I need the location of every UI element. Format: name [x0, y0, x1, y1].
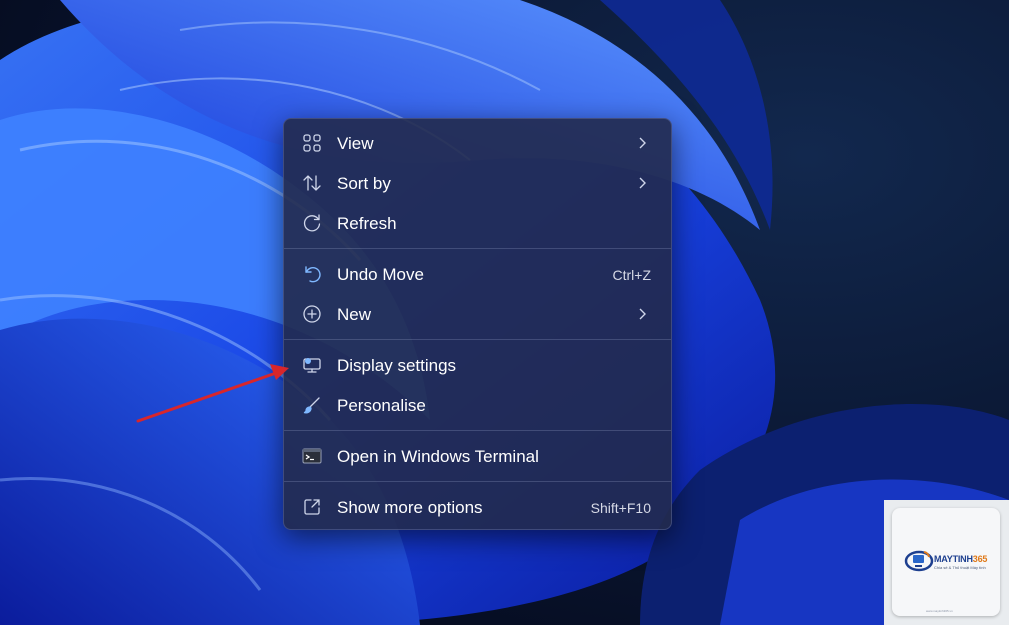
menu-item-undo-move[interactable]: Undo Move Ctrl+Z: [288, 254, 667, 294]
menu-item-label: Show more options: [337, 498, 483, 517]
menu-separator: [284, 430, 671, 431]
menu-item-shortcut: Ctrl+Z: [612, 267, 652, 283]
refresh-icon: [302, 213, 322, 233]
menu-item-label: Display settings: [337, 356, 457, 375]
menu-separator: [284, 339, 671, 340]
desktop-context-menu: View Sort by Refresh Undo Move Ctrl+Z Ne…: [283, 118, 672, 530]
menu-item-open-terminal[interactable]: Open in Windows Terminal: [288, 436, 667, 476]
sort-icon: [302, 173, 322, 193]
chevron-right-icon: [639, 308, 646, 320]
brand-logo-icon: [904, 550, 934, 572]
show-more-icon: [302, 497, 322, 517]
menu-item-label: Refresh: [337, 214, 397, 233]
menu-item-display-settings[interactable]: Display settings: [288, 345, 667, 385]
menu-item-new[interactable]: New: [288, 294, 667, 334]
menu-item-sort-by[interactable]: Sort by: [288, 163, 667, 203]
menu-item-view[interactable]: View: [288, 123, 667, 163]
display-settings-icon: [302, 355, 322, 375]
menu-item-label: Open in Windows Terminal: [337, 447, 539, 466]
brush-icon: [302, 395, 322, 415]
menu-separator: [284, 248, 671, 249]
new-plus-icon: [302, 304, 322, 324]
watermark: MAYTINH365 Chia sẻ & Thủ thuật Máy tính …: [884, 500, 1009, 625]
watermark-card: MAYTINH365 Chia sẻ & Thủ thuật Máy tính …: [892, 508, 1000, 616]
menu-item-label: Personalise: [337, 396, 426, 415]
menu-item-label: New: [337, 305, 372, 324]
brand-name: MAYTINH365: [934, 554, 988, 564]
menu-item-label: Sort by: [337, 174, 391, 193]
chevron-right-icon: [639, 137, 646, 149]
view-grid-icon: [302, 133, 322, 153]
menu-separator: [284, 481, 671, 482]
menu-item-label: View: [337, 134, 374, 153]
brand-tagline: Chia sẻ & Thủ thuật Máy tính: [934, 565, 986, 570]
menu-item-label: Undo Move: [337, 265, 424, 284]
brand-url: www.maytinh365.vn: [926, 609, 953, 613]
menu-item-personalise[interactable]: Personalise: [288, 385, 667, 425]
menu-item-refresh[interactable]: Refresh: [288, 203, 667, 243]
terminal-icon: [302, 446, 322, 466]
chevron-right-icon: [639, 177, 646, 189]
undo-icon: [302, 264, 322, 284]
menu-item-show-more-options[interactable]: Show more options Shift+F10: [288, 487, 667, 527]
menu-item-shortcut: Shift+F10: [590, 500, 651, 516]
